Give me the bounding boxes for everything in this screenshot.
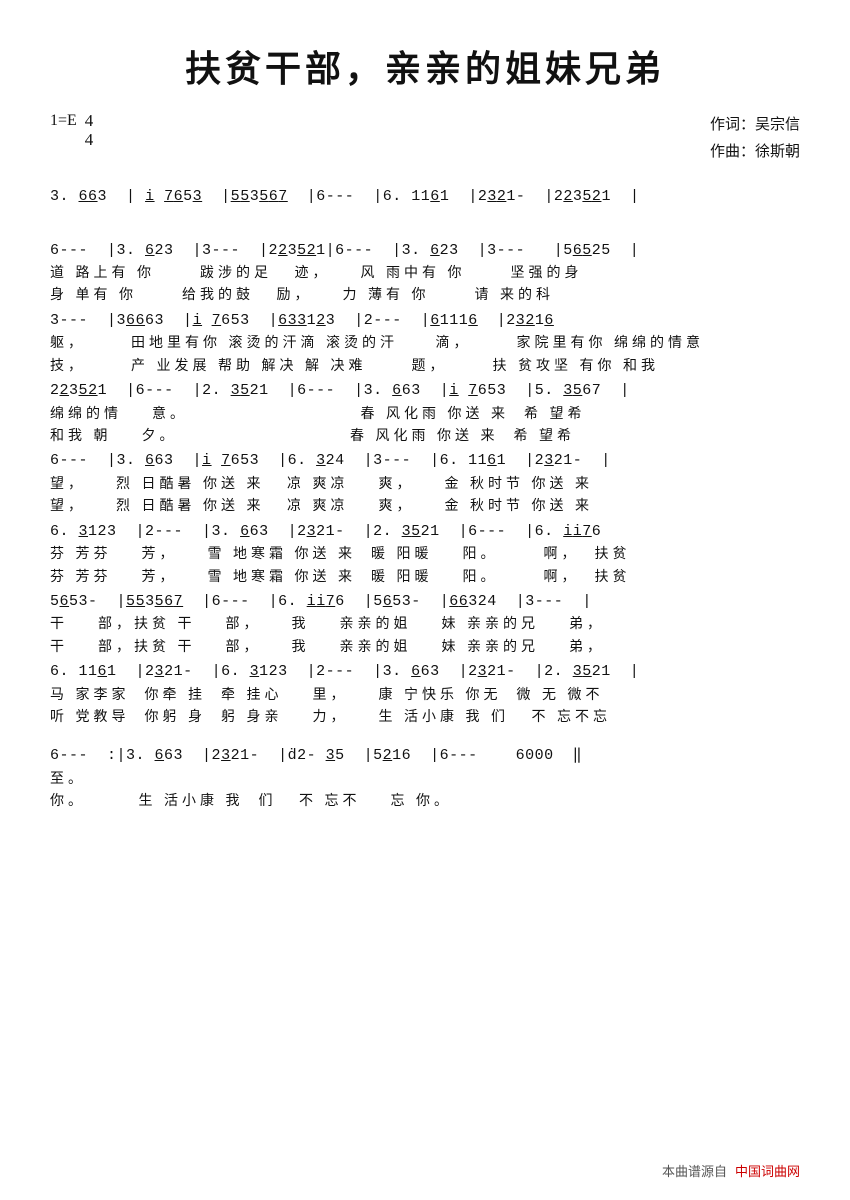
lyric-line-4a: 绵绵的情 意。 春 风化雨 你送 来 希 望希 — [50, 404, 800, 426]
notation-line-9: 6--- :|3. 663 |2321- |ḋ2- 35 |5216 |6---… — [50, 743, 800, 769]
page-title: 扶贫干部，亲亲的姐妹兄弟 — [50, 40, 800, 92]
notation-line-3: 3--- |36663 |i 7653 |633123 |2--- |61116… — [50, 308, 800, 334]
notation-line-4: 223521 |6--- |2. 3521 |6--- |3. 663 |i 7… — [50, 378, 800, 404]
lyric-line-8b: 听 党教导 你躬 身 躬 身亲 力， 生 活小康 我 们 不 忘不忘 — [50, 707, 800, 729]
music-author: 作曲：徐斯朝 — [710, 139, 800, 166]
lyric-line-5a: 望， 烈 日酷暑 你送 来 凉 爽凉 爽， 金 秋时节 你送 来 — [50, 474, 800, 496]
lyric-line-2b: 身 单有 你 给我的鼓 励， 力 薄有 你 请 来的科 — [50, 285, 800, 307]
lyric-line-2a: 道 路上有 你 跋涉的足 迹， 风 雨中有 你 坚强的身 — [50, 263, 800, 285]
time-denominator: 4 — [85, 131, 94, 150]
lyric-line-6b: 芬 芳芬 芳， 雪 地寒霜 你送 来 暖 阳暖 阳。 啊， 扶贫 — [50, 567, 800, 589]
lyric-line-3b: 技， 产 业发展 帮助 解决 解 决难 题， 扶 贫攻坚 有你 和我 — [50, 356, 800, 378]
page: 扶贫干部，亲亲的姐妹兄弟 1=E 4 4 作词：吴宗信 作曲：徐斯朝 3. 66… — [0, 0, 850, 1200]
meta-row: 1=E 4 4 作词：吴宗信 作曲：徐斯朝 — [50, 112, 800, 166]
notation-line-1: 3. 663 | i 7653 |553567 |6--- |6. 1161 |… — [50, 184, 800, 210]
lyric-line-8a: 马 家李家 你牵 挂 牵 挂心 里， 康 宁快乐 你无 微 无 微不 — [50, 685, 800, 707]
lyric-line-3a: 躯， 田地里有你 滚烫的汗滴 滚烫的汗 滴， 家院里有你 绵绵的情意 — [50, 333, 800, 355]
notation-line-7: 5653- |553567 |6--- |6. ii76 |5653- |663… — [50, 589, 800, 615]
lyric-line-7b: 干 部，扶贫 干 部， 我 亲亲的姐 妹 亲亲的兄 弟， — [50, 637, 800, 659]
notation-line-5: 6--- |3. 663 |i 7653 |6. 324 |3--- |6. 1… — [50, 448, 800, 474]
notation-line-8: 6. 1161 |2321- |6. 3123 |2--- |3. 663 |2… — [50, 659, 800, 685]
time-numerator: 4 — [85, 112, 94, 131]
footer-left: 本曲谱源自 — [662, 1161, 727, 1180]
notation-section: 3. 663 | i 7653 |553567 |6--- |6. 1161 |… — [50, 184, 800, 814]
lyric-line-9b: 你。 生 活小康 我 们 不 忘不 忘 你。 — [50, 791, 800, 813]
notation-line-6: 6. 3123 |2--- |3. 663 |2321- |2. 3521 |6… — [50, 519, 800, 545]
time-signature: 4 4 — [85, 112, 94, 149]
lyrics-author: 作词：吴宗信 — [710, 112, 800, 139]
lyric-line-7a: 干 部，扶贫 干 部， 我 亲亲的姐 妹 亲亲的兄 弟， — [50, 614, 800, 636]
notation-line-2: 6--- |3. 623 |3--- |223521|6--- |3. 623 … — [50, 238, 800, 264]
lyric-line-9a: 至。 — [50, 769, 800, 791]
lyric-line-4b: 和我 朝 夕。 春 风化雨 你送 来 希 望希 — [50, 426, 800, 448]
lyric-line-6a: 芬 芳芬 芳， 雪 地寒霜 你送 来 暖 阳暖 阳。 啊， 扶贫 — [50, 544, 800, 566]
key-label: 1=E — [50, 112, 77, 130]
footer-right: 中国词曲网 — [735, 1161, 800, 1180]
footer: 本曲谱源自 中国词曲网 — [662, 1161, 800, 1180]
author-info: 作词：吴宗信 作曲：徐斯朝 — [710, 112, 800, 166]
key-time: 1=E 4 4 — [50, 112, 93, 149]
lyric-line-5b: 望， 烈 日酷暑 你送 来 凉 爽凉 爽， 金 秋时节 你送 来 — [50, 496, 800, 518]
